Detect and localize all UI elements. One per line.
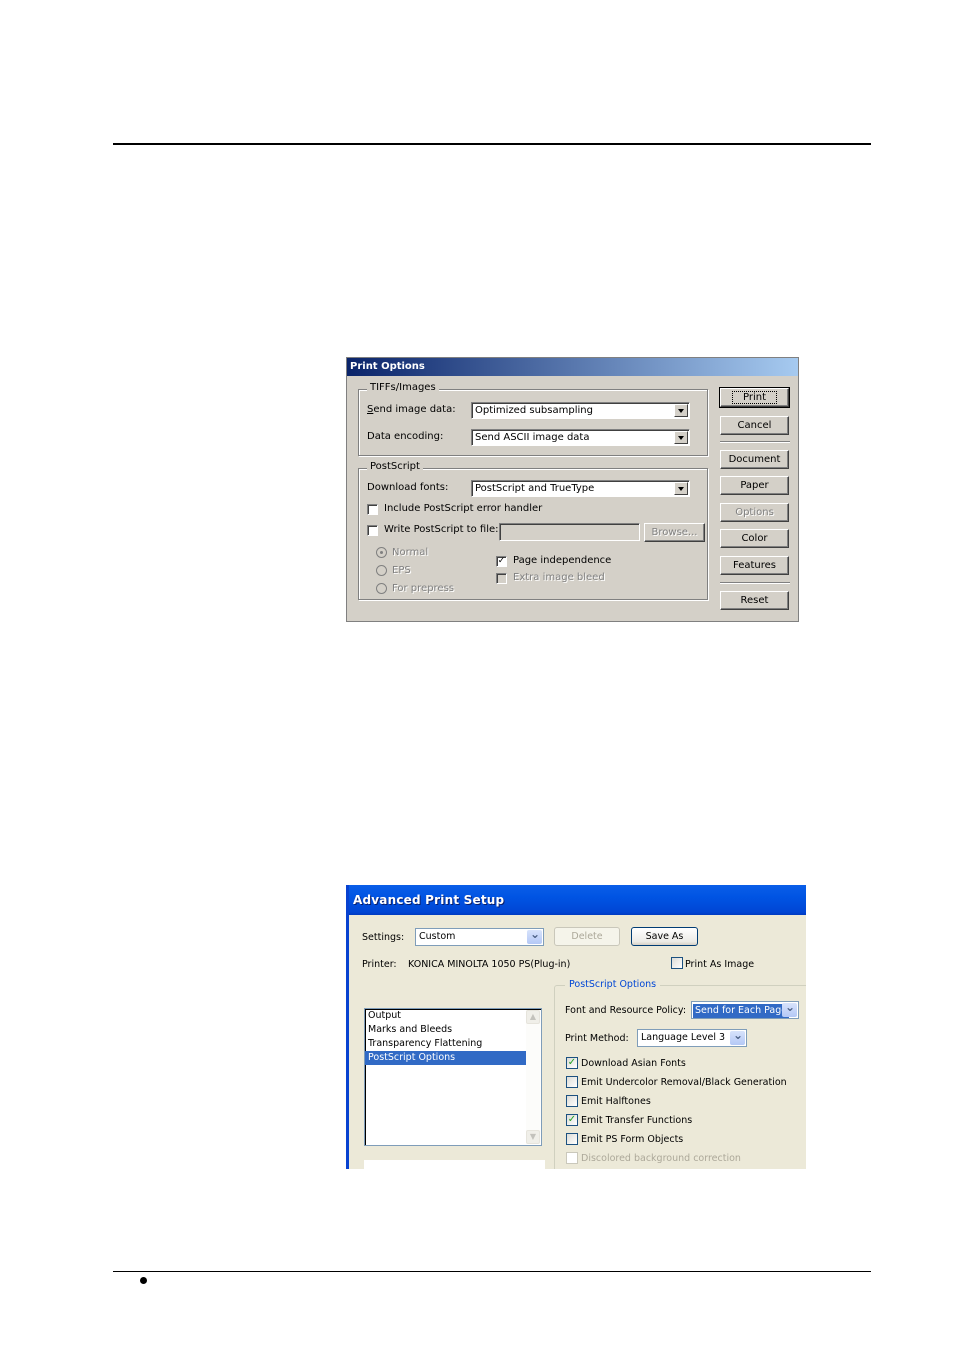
scroll-down-icon[interactable]: ▼ (526, 1130, 540, 1144)
select-value: Language Level 3 (641, 1032, 726, 1043)
write-to-file-label: Write PostScript to file: (384, 524, 499, 535)
cancel-button[interactable]: Cancel (720, 416, 789, 435)
dialog-title-bar: Print Options (347, 358, 798, 376)
data-encoding-select[interactable]: Send ASCII image data (471, 429, 690, 446)
data-encoding-label: Data encoding: (367, 431, 444, 442)
dropdown-arrow-icon[interactable] (674, 404, 688, 417)
print-method-select[interactable]: Language Level 3 (637, 1027, 747, 1047)
send-image-data-select[interactable]: Optimized subsampling (471, 402, 690, 419)
list-item-marks-and-bleeds[interactable]: Marks and Bleeds (365, 1023, 541, 1037)
separator (720, 582, 790, 584)
radio-normal-label: Normal (392, 547, 429, 558)
dropdown-arrow-icon[interactable] (674, 482, 688, 495)
color-button[interactable]: Color (720, 529, 789, 548)
settings-label: Settings: (362, 932, 405, 943)
group-label: PostScript Options (565, 979, 661, 990)
select-value: Send ASCII image data (475, 432, 590, 443)
radio-eps-label: EPS (392, 565, 411, 576)
extra-image-bleed-label: Extra image bleed (513, 572, 605, 583)
discolored-bg-correction-label: Discolored background correction (581, 1153, 741, 1164)
emit-ps-form-objects-checkbox[interactable] (566, 1133, 578, 1145)
font-policy-select[interactable]: Send for Each Page (691, 999, 799, 1019)
list-scrollbar[interactable]: ▲ ▼ (526, 1010, 540, 1144)
radio-for-prepress[interactable] (376, 583, 387, 594)
include-error-handler-checkbox[interactable] (367, 504, 378, 515)
emit-transfer-functions-checkbox[interactable]: ✓ (566, 1114, 578, 1126)
checkmark-icon: ✓ (497, 556, 506, 566)
features-button[interactable]: Features (720, 556, 789, 575)
reset-button[interactable]: Reset (720, 591, 789, 610)
write-to-file-checkbox[interactable] (367, 525, 378, 536)
document-button[interactable]: Document (720, 450, 789, 469)
scroll-up-icon[interactable]: ▲ (526, 1010, 540, 1024)
category-list[interactable]: Output Marks and Bleeds Transparency Fla… (364, 1008, 542, 1146)
print-as-image-label: Print As Image (685, 959, 755, 970)
postscript-file-path-input[interactable] (499, 523, 640, 541)
print-button[interactable]: Print (719, 387, 790, 408)
printer-value: KONICA MINOLTA 1050 PS(Plug-in) (408, 959, 571, 970)
advanced-print-setup-dialog: Advanced Print Setup Settings: Custom De… (346, 885, 806, 1169)
group-label: PostScript (367, 461, 423, 472)
list-item-postscript-options[interactable]: PostScript Options (365, 1051, 526, 1065)
send-image-data-label: Send image data: (367, 404, 456, 415)
extra-image-bleed-checkbox[interactable] (496, 573, 507, 584)
chevron-down-icon[interactable] (730, 1027, 745, 1045)
delete-button[interactable]: Delete (554, 927, 620, 946)
select-value: Send for Each Page (693, 1004, 790, 1018)
include-error-handler-label: Include PostScript error handler (384, 503, 543, 514)
dialog-title-bar: Advanced Print Setup (349, 885, 806, 915)
download-asian-fonts-label: Download Asian Fonts (581, 1058, 686, 1069)
page-independence-label: Page independence (513, 555, 612, 566)
download-fonts-select[interactable]: PostScript and TrueType (471, 480, 690, 497)
button-label: Print (731, 391, 777, 404)
separator (720, 441, 790, 443)
select-value: PostScript and TrueType (475, 483, 595, 494)
footer-rule (113, 1271, 871, 1272)
list-item-output[interactable]: Output (365, 1009, 541, 1023)
download-asian-fonts-checkbox[interactable]: ✓ (566, 1057, 578, 1069)
list-item-transparency-flattening[interactable]: Transparency Flattening (365, 1037, 541, 1051)
group-label: TIFFs/Images (367, 382, 439, 393)
print-method-label: Print Method: (565, 1033, 629, 1044)
chevron-down-icon[interactable] (782, 999, 797, 1017)
font-policy-label: Font and Resource Policy: (565, 1005, 687, 1016)
print-as-image-checkbox[interactable] (671, 957, 683, 969)
chevron-down-icon[interactable] (527, 926, 542, 944)
radio-normal[interactable] (376, 547, 387, 558)
dropdown-arrow-icon[interactable] (674, 431, 688, 444)
save-as-button[interactable]: Save As (631, 927, 698, 946)
print-options-dialog: Print Options TIFFs/Images Send image da… (346, 357, 799, 622)
options-button[interactable]: Options (720, 503, 789, 522)
paper-button[interactable]: Paper (720, 476, 789, 495)
printer-label: Printer: (362, 959, 397, 970)
preview-panel (364, 1160, 545, 1169)
radio-for-prepress-label: For prepress (392, 583, 455, 594)
discolored-bg-correction-checkbox[interactable] (566, 1152, 578, 1164)
header-rule (113, 143, 871, 145)
download-fonts-label: Download fonts: (367, 482, 449, 493)
checkmark-icon: ✓ (567, 1114, 577, 1125)
emit-ps-form-objects-label: Emit PS Form Objects (581, 1134, 684, 1145)
emit-ucr-bg-label: Emit Undercolor Removal/Black Generation (581, 1077, 787, 1088)
browse-button[interactable]: Browse... (644, 523, 705, 542)
emit-ucr-bg-checkbox[interactable] (566, 1076, 578, 1088)
select-value: Custom (419, 931, 456, 942)
page-independence-checkbox[interactable]: ✓ (496, 556, 507, 567)
footer-bullet (140, 1277, 147, 1284)
checkmark-icon: ✓ (567, 1057, 577, 1068)
radio-eps[interactable] (376, 565, 387, 576)
emit-transfer-functions-label: Emit Transfer Functions (581, 1115, 693, 1126)
emit-halftones-checkbox[interactable] (566, 1095, 578, 1107)
select-value: Optimized subsampling (475, 405, 593, 416)
emit-halftones-label: Emit Halftones (581, 1096, 651, 1107)
settings-select[interactable]: Custom (415, 926, 544, 946)
